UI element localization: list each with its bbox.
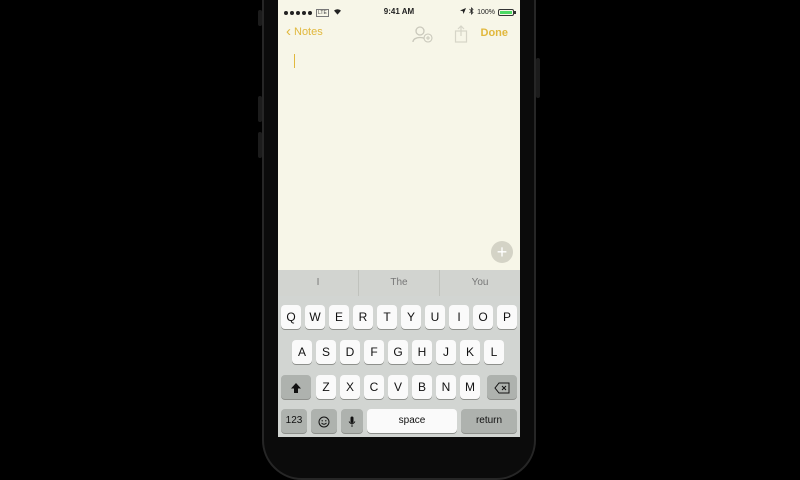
key-f[interactable]: F	[364, 340, 384, 364]
emoji-key[interactable]	[311, 409, 337, 433]
suggestion-item[interactable]: The	[359, 270, 440, 296]
key-e[interactable]: E	[329, 305, 349, 329]
key-z[interactable]: Z	[316, 375, 336, 399]
key-d[interactable]: D	[340, 340, 360, 364]
key-r[interactable]: R	[353, 305, 373, 329]
battery-percent: 100%	[477, 8, 495, 16]
phone-screen: LTE 9:41 AM 100% ‹ Notes Done + I The Yo…	[278, 0, 520, 437]
back-button-label: Notes	[294, 26, 323, 38]
navigation-bar: ‹ Notes Done	[278, 22, 520, 46]
key-k[interactable]: K	[460, 340, 480, 364]
text-cursor	[294, 54, 295, 68]
key-y[interactable]: Y	[401, 305, 421, 329]
key-p[interactable]: P	[497, 305, 517, 329]
predictive-text-bar: I The You	[278, 270, 520, 296]
key-s[interactable]: S	[316, 340, 336, 364]
numbers-key[interactable]: 123	[281, 409, 307, 433]
add-people-icon[interactable]	[411, 25, 433, 43]
delete-key[interactable]	[487, 375, 517, 399]
key-q[interactable]: Q	[281, 305, 301, 329]
chevron-left-icon: ‹	[286, 23, 291, 40]
back-button[interactable]: ‹ Notes	[286, 23, 323, 40]
key-w[interactable]: W	[305, 305, 325, 329]
key-i[interactable]: I	[449, 305, 469, 329]
battery-icon	[498, 8, 516, 16]
shift-key[interactable]	[281, 375, 311, 399]
phone-power-button	[536, 58, 540, 98]
key-t[interactable]: T	[377, 305, 397, 329]
status-bar: LTE 9:41 AM 100%	[278, 0, 520, 20]
plus-icon: +	[496, 242, 508, 262]
done-button[interactable]: Done	[481, 27, 509, 39]
key-l[interactable]: L	[484, 340, 504, 364]
phone-side-button	[258, 10, 262, 26]
suggestion-item[interactable]: You	[440, 270, 520, 296]
return-key[interactable]: return	[461, 409, 517, 433]
suggestion-item[interactable]: I	[278, 270, 359, 296]
emoji-icon	[318, 414, 330, 428]
key-a[interactable]: A	[292, 340, 312, 364]
key-v[interactable]: V	[388, 375, 408, 399]
key-o[interactable]: O	[473, 305, 493, 329]
key-x[interactable]: X	[340, 375, 360, 399]
share-icon[interactable]	[454, 25, 468, 43]
key-g[interactable]: G	[388, 340, 408, 364]
phone-side-button	[258, 96, 262, 122]
key-u[interactable]: U	[425, 305, 445, 329]
shift-icon	[290, 380, 302, 394]
key-n[interactable]: N	[436, 375, 456, 399]
keyboard: Q W E R T Y U I O P A S D F G H J K L Z …	[278, 296, 520, 437]
location-icon	[460, 8, 467, 16]
microphone-icon	[348, 414, 356, 428]
note-text-area[interactable]	[278, 46, 520, 270]
key-m[interactable]: M	[460, 375, 480, 399]
dictation-key[interactable]	[341, 409, 363, 433]
bluetooth-icon	[469, 7, 474, 17]
key-c[interactable]: C	[364, 375, 384, 399]
phone-side-button	[258, 132, 262, 158]
key-b[interactable]: B	[412, 375, 432, 399]
key-j[interactable]: J	[436, 340, 456, 364]
space-bar[interactable]: space	[367, 409, 457, 433]
key-h[interactable]: H	[412, 340, 432, 364]
add-checklist-button[interactable]: +	[491, 241, 513, 263]
delete-backspace-icon	[494, 380, 510, 394]
